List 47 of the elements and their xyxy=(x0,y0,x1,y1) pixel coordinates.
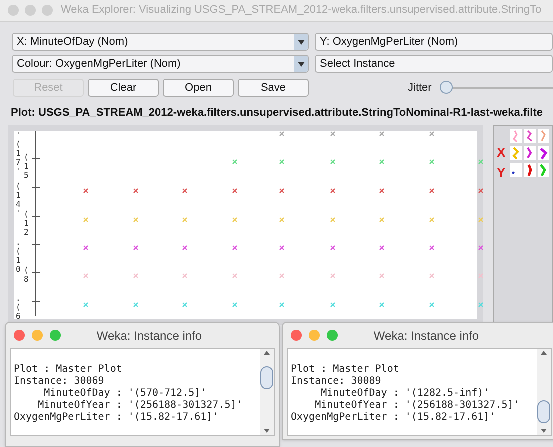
zoom-icon[interactable] xyxy=(327,330,338,341)
minimize-icon[interactable] xyxy=(309,330,320,341)
zoom-icon[interactable] xyxy=(42,5,53,16)
dropdown-arrow-icon xyxy=(298,62,304,66)
y-axis-label: (12 xyxy=(24,210,30,236)
info-line: MinuteOfDay : '(1282.5-inf)' xyxy=(320,388,491,400)
window-title: Weka: Instance info xyxy=(372,328,480,344)
info-line: MinuteOfDay : '(570-712.5]' xyxy=(43,388,208,400)
toolbar-button[interactable]: Save xyxy=(238,79,309,97)
scrollbar-drawing[interactable] xyxy=(260,349,274,435)
legend-thumbnails-drawing xyxy=(510,128,549,176)
y-legend-label: Y xyxy=(497,164,506,182)
minimize-icon[interactable] xyxy=(25,5,36,16)
y-axis-label: (15 xyxy=(24,152,30,180)
toolbar-button[interactable]: Clear xyxy=(88,79,159,97)
close-icon[interactable] xyxy=(8,5,19,16)
window-title: Weka: Instance info xyxy=(96,328,204,344)
info-line: MinuteOfYear : '(256188-301327.5]' xyxy=(37,400,244,412)
y-axis-label: '(17' xyxy=(16,130,22,176)
jitter-label: Jitter xyxy=(408,80,432,96)
info-line: MinuteOfYear : '(256188-301327.5]' xyxy=(314,400,521,412)
info-line: OxygenMgPerLiter : '(15.82-17.61]' xyxy=(291,412,497,424)
info-line: Plot : Master Plot xyxy=(14,364,124,376)
attribute-dropdown[interactable]: Select Instance xyxy=(315,55,553,73)
slider-thumb[interactable] xyxy=(440,81,453,94)
minimize-icon[interactable] xyxy=(32,330,43,341)
close-icon[interactable] xyxy=(14,330,25,341)
attribute-dropdown[interactable]: Colour: OxygenMgPerLiter (Nom) xyxy=(12,55,309,73)
info-line: OxygenMgPerLiter : '(15.82-17.61]' xyxy=(14,412,220,424)
y-axis-label: .(10 xyxy=(16,238,22,274)
y-axis-label: (14' xyxy=(16,182,22,218)
info-line: Plot : Master Plot xyxy=(291,364,400,376)
y-axis-label: .(6 xyxy=(16,294,22,320)
scrollbar-drawing[interactable] xyxy=(537,349,551,435)
window-title: Weka Explorer: Visualizing USGS_PA_STREAM_2012-weka.filters.unsupervised.attribute.StringTo xyxy=(61,3,542,18)
attribute-dropdown[interactable]: Y: OxygenMgPerLiter (Nom) xyxy=(315,33,553,51)
x-legend-label: X xyxy=(497,144,507,162)
dropdown-arrow-icon xyxy=(298,40,304,44)
y-axis-label: (8 xyxy=(24,266,30,284)
info-line: Instance: 30089 xyxy=(291,376,382,388)
jitter-slider[interactable] xyxy=(440,81,553,95)
close-icon[interactable] xyxy=(291,330,302,341)
plot-title: Plot: USGS_PA_STREAM_2012-weka.filters.unsupervised.attribute.StringToNominal-R1-last-weka.filte xyxy=(10,106,544,121)
zoom-icon[interactable] xyxy=(50,330,61,341)
attribute-dropdown[interactable]: X: MinuteOfDay (Nom) xyxy=(12,33,309,51)
info-line: Instance: 30069 xyxy=(14,376,106,388)
toolbar-button[interactable]: Open xyxy=(163,79,234,97)
